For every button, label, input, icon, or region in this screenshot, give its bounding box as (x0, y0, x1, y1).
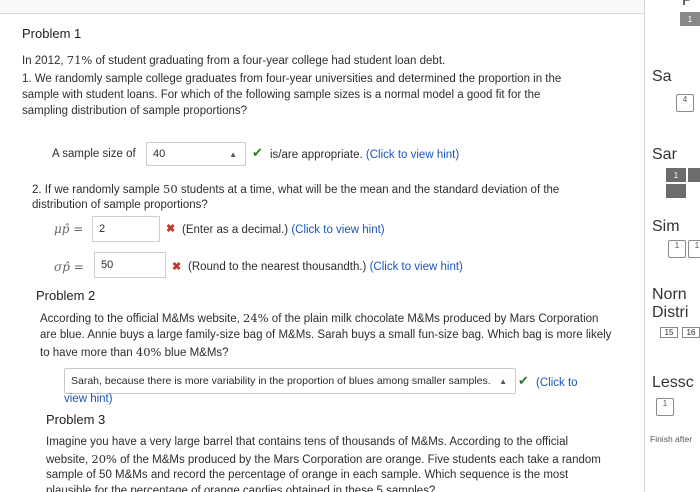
sample-after-text: is/are appropriate. (Click to view hint) (270, 147, 459, 163)
sidebar-norm-box-1[interactable]: 15 (660, 327, 678, 338)
p2-line1: According to the official M&Ms website, … (40, 310, 598, 327)
hint-link-3[interactable]: (Click to view hint) (370, 261, 463, 273)
content-pane: Problem 1 In 2012, 71% of student gradua… (0, 0, 645, 492)
mu-value: 2 (99, 223, 106, 235)
sample-size-label: A sample size of (52, 148, 136, 160)
q1-line2: sample with student loans. For which of … (22, 89, 541, 101)
q2-text-b: students at a time, what will be the mea… (177, 184, 560, 196)
q2-line2: distribution of sample proportions? (32, 199, 208, 211)
sidebar-sar-pill-2[interactable] (688, 168, 700, 182)
p3-percent: 20% (91, 452, 117, 466)
problem2-title: Problem 2 (36, 288, 96, 303)
correct-check-icon: ✔ (252, 145, 263, 160)
select-caret-icon: ▲︎ (229, 149, 237, 159)
p2-line2: are blue. Annie buys a large family-size… (40, 329, 612, 341)
sidebar-top-pill[interactable]: 1 (680, 12, 700, 26)
p3-text-b: of the M&Ms produced by the Mars Corpora… (116, 454, 601, 466)
sidebar-sim-box-1[interactable]: 1 (668, 240, 686, 258)
hint-link-4a[interactable]: (Click to (536, 375, 578, 391)
p2-percent-2: 40% (135, 345, 162, 359)
sigma-label: σp̂ = (54, 260, 84, 274)
sample-size-value: 40 (153, 148, 166, 160)
sidebar-finish-text: Finish after (650, 434, 693, 444)
sample-size-select[interactable]: 40 ▲︎ (146, 142, 246, 166)
lesson-sidebar: P 1 Sa 4 Sar 1 Sim 1 1 Norn Distri 15 16… (646, 0, 700, 492)
problem3-title: Problem 3 (46, 412, 106, 427)
sidebar-sim-box-2[interactable]: 1 (688, 240, 700, 258)
hint-link-2[interactable]: (Click to view hint) (291, 224, 384, 236)
sidebar-sar-pill[interactable]: 1 (666, 168, 686, 182)
incorrect-cross-icon: ✖ (172, 261, 182, 273)
q2-text-a: 2. If we randomly sample (32, 184, 164, 196)
incorrect-cross-icon: ✖ (166, 223, 176, 235)
sidebar-norm-box-2[interactable]: 16 (682, 327, 700, 338)
p3-line2: website, 20% of the M&Ms produced by the… (46, 451, 601, 468)
mu-input[interactable]: 2 (92, 216, 160, 242)
hint-link-4b[interactable]: view hint) (64, 391, 113, 407)
sidebar-norm-label-1[interactable]: Norn (652, 286, 687, 304)
q2-line1: 2. If we randomly sample 50 students at … (32, 181, 559, 198)
sigma-input[interactable]: 50 (94, 252, 166, 278)
sidebar-lesson-box[interactable]: 1 (656, 398, 674, 416)
sidebar-top-label: P (682, 0, 693, 9)
p3-line1: Imagine you have a very large barrel tha… (46, 436, 569, 448)
p2-text-c: to have more than (40, 347, 136, 359)
p2-text-b: of the plain milk chocolate M&Ms produce… (268, 313, 599, 325)
sidebar-sar-pill-3[interactable] (666, 184, 686, 198)
q2-n: 50 (163, 182, 178, 196)
top-toolbar (0, 0, 644, 14)
p3-line3: sample of 50 M&Ms and record the percent… (46, 469, 569, 481)
mu-note-row: (Enter as a decimal.) (Click to view hin… (182, 222, 385, 238)
p2-text-a: According to the official M&Ms website, (40, 313, 244, 325)
sidebar-sar-label[interactable]: Sar (652, 146, 677, 164)
p3-text-a: website, (46, 454, 92, 466)
problem1-intro: In 2012, 71% of student graduating from … (22, 52, 445, 69)
p3-line4: plausible for the percentage of orange c… (46, 485, 436, 492)
q1-line1: 1. We randomly sample college graduates … (22, 73, 562, 85)
correct-check-icon: ✔ (518, 373, 529, 388)
sidebar-sim-label[interactable]: Sim (652, 218, 680, 236)
intro-text-a: In 2012, (22, 55, 67, 67)
q1-line3: sampling distribution of sample proporti… (22, 105, 248, 117)
p2-line3: to have more than 40% blue M&Ms? (40, 344, 229, 361)
sigma-value: 50 (101, 259, 114, 271)
sidebar-sa-label[interactable]: Sa (652, 68, 672, 86)
mu-label: μp̂ = (54, 222, 84, 236)
sigma-note-row: (Round to the nearest thousandth.) (Clic… (188, 259, 463, 275)
sidebar-norm-label-2[interactable]: Distri (652, 304, 688, 322)
answer-value: Sarah, because there is more variability… (71, 375, 491, 387)
sigma-note: (Round to the nearest thousandth.) (188, 261, 367, 273)
sidebar-lesson-label[interactable]: Lessc (652, 374, 694, 392)
sidebar-sa-box[interactable]: 4 (676, 94, 694, 112)
answer-select[interactable]: Sarah, because there is more variability… (64, 368, 516, 394)
sample-after-label: is/are appropriate. (270, 149, 363, 161)
intro-percent: 71% (66, 53, 93, 67)
intro-text-b: of student graduating from a four-year c… (92, 55, 446, 67)
mu-note: (Enter as a decimal.) (182, 224, 289, 236)
select-caret-icon: ▲ (499, 376, 507, 386)
p2-percent: 24% (243, 311, 269, 325)
p2-text-d: blue M&Ms? (161, 347, 229, 359)
problem1-title: Problem 1 (22, 26, 82, 41)
hint-link-1[interactable]: (Click to view hint) (366, 149, 459, 161)
